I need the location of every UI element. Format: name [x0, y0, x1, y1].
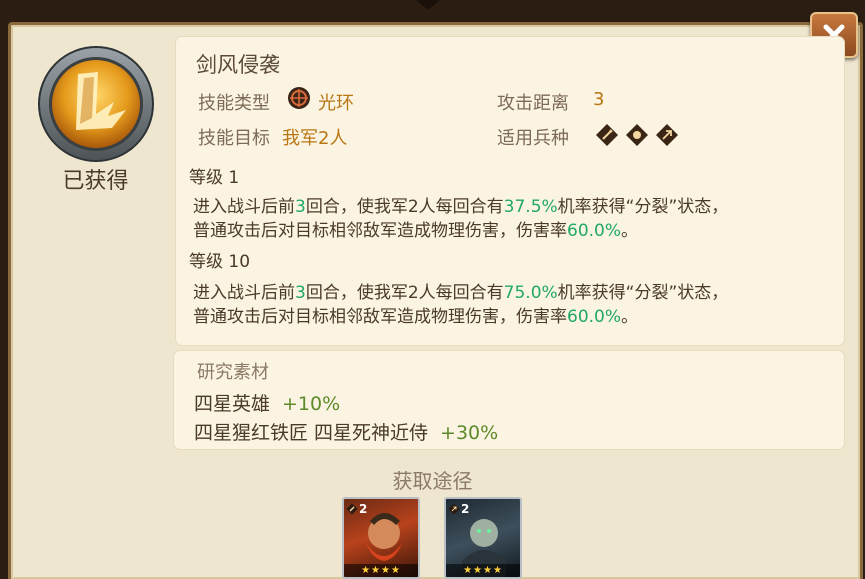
skill-name: 剑风侵袭: [196, 53, 280, 77]
troop-type-label: 适用兵种: [497, 128, 569, 149]
level-10-description-line2: 普通攻击后对目标相邻敌军造成物理伤害，伤害率60.0%。: [193, 307, 639, 327]
level-1-heading: 等级 1: [189, 168, 240, 188]
level-1-description-line2: 普通攻击后对目标相邻敌军造成物理伤害，伤害率60.0%。: [193, 221, 639, 241]
skill-target-value: 我军2人: [282, 128, 348, 149]
level-10-heading: 等级 10: [189, 252, 251, 272]
attack-range-value: 3: [593, 89, 605, 110]
research-materials-panel: 研究素材 四星英雄 +10% 四星猩红铁匠 四星死神近侍 +30%: [174, 351, 844, 449]
skill-info-panel: 剑风侵袭 技能类型 光环 攻击距离 3 技能目标 我军2人 适用兵种 等级 1 …: [176, 37, 844, 345]
sword-troop-icon: [596, 124, 618, 146]
bow-troop-icon: [656, 124, 678, 146]
attack-range-label: 攻击距离: [497, 93, 569, 114]
fist-troop-icon: [626, 124, 648, 146]
hero-level-badge: 2: [448, 501, 474, 517]
hero-level-badge: 2: [346, 501, 372, 517]
skill-target-label: 技能目标: [198, 128, 270, 149]
acquired-status: 已获得: [62, 169, 129, 194]
level-1-description-line1: 进入战斗后前3回合，使我军2人每回合有37.5%机率获得“分裂”状态，: [193, 197, 729, 217]
research-title: 研究素材: [197, 362, 269, 383]
skill-medallion: [36, 44, 156, 164]
hero-card-death-attendant[interactable]: 2 ★★★★: [444, 497, 522, 579]
hero-card-crimson-blacksmith[interactable]: 2 ★★★★: [342, 497, 420, 579]
obtain-methods-title: 获取途径: [392, 469, 473, 493]
research-item: 四星猩红铁匠 四星死神近侍 +30%: [194, 422, 499, 444]
aura-icon: [288, 87, 310, 109]
skill-type-label: 技能类型: [198, 93, 270, 114]
research-item: 四星英雄 +10%: [194, 393, 341, 415]
hero-stars: ★★★★: [344, 564, 418, 577]
top-notch: [416, 0, 440, 10]
level-10-description-line1: 进入战斗后前3回合，使我军2人每回合有75.0%机率获得“分裂”状态，: [193, 283, 729, 303]
sword-icon: [346, 503, 358, 515]
skill-type-value: 光环: [318, 93, 354, 114]
bow-icon: [448, 503, 460, 515]
hero-stars: ★★★★: [446, 564, 520, 577]
